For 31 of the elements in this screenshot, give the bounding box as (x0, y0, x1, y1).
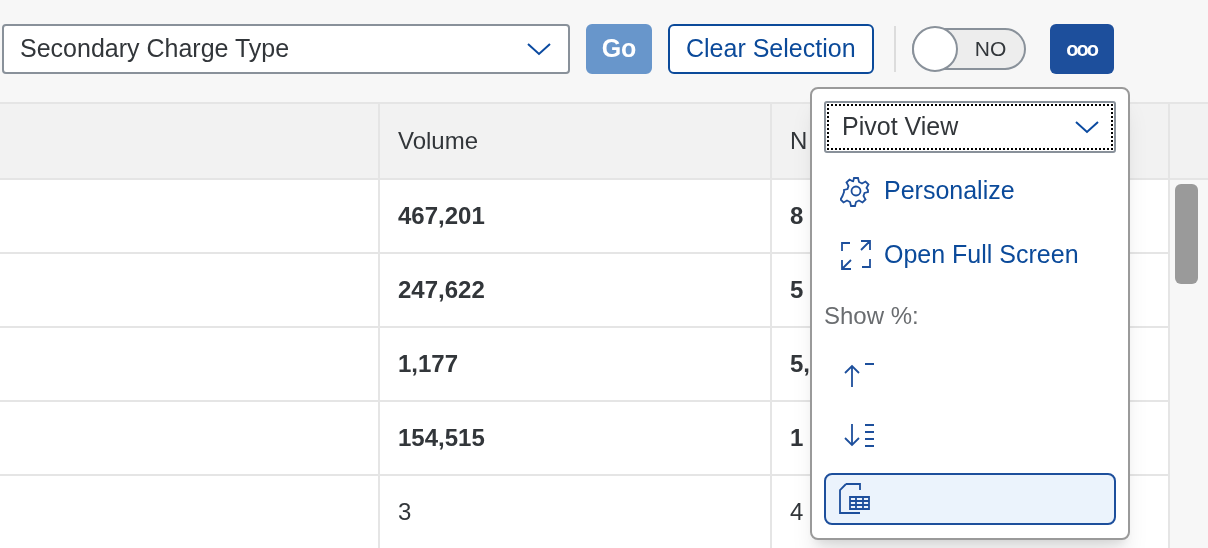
column-header: Volume (398, 126, 479, 156)
chevron-down-icon (1074, 119, 1100, 135)
view-select[interactable]: Pivot View (824, 101, 1116, 153)
sort-ascending-icon (842, 362, 876, 388)
table-cell-text: 154,515 (398, 423, 485, 453)
table-cell-text: 8 (790, 201, 804, 231)
table-document-icon (838, 482, 872, 516)
select-value: Secondary Charge Type (20, 33, 290, 65)
table-cell-text: 1 (790, 423, 804, 453)
sort-descending-icon (842, 422, 876, 448)
scrollbar-thumb[interactable] (1175, 184, 1198, 284)
table-cell-text: 5 (790, 275, 804, 305)
table-cell-text: 4 (790, 497, 804, 527)
settings-icon (840, 175, 872, 207)
chevron-down-icon (526, 41, 552, 57)
menu-item[interactable]: Open Full Screen (824, 223, 1116, 287)
select-value: Pivot View (842, 111, 959, 143)
column-header: N (790, 126, 808, 156)
table-cell-text: 1,177 (398, 349, 459, 379)
toggle-switch[interactable]: NO (911, 28, 1026, 70)
select-field[interactable]: Secondary Charge Type (2, 24, 570, 74)
show-percent-label: Show %: (824, 301, 920, 331)
menu-item[interactable]: Personalize (824, 159, 1116, 223)
more-button[interactable]: ooo (1049, 24, 1114, 74)
table-cell-text: 467,201 (398, 201, 485, 231)
table-cell-text: 3 (398, 497, 412, 527)
table-cell-text: 247,622 (398, 275, 485, 305)
clear-selection-button[interactable]: Clear Selection (668, 24, 874, 74)
toggle-button[interactable] (824, 473, 1116, 525)
expand-icon (840, 239, 872, 271)
table-cell-text: 5, (790, 349, 810, 379)
